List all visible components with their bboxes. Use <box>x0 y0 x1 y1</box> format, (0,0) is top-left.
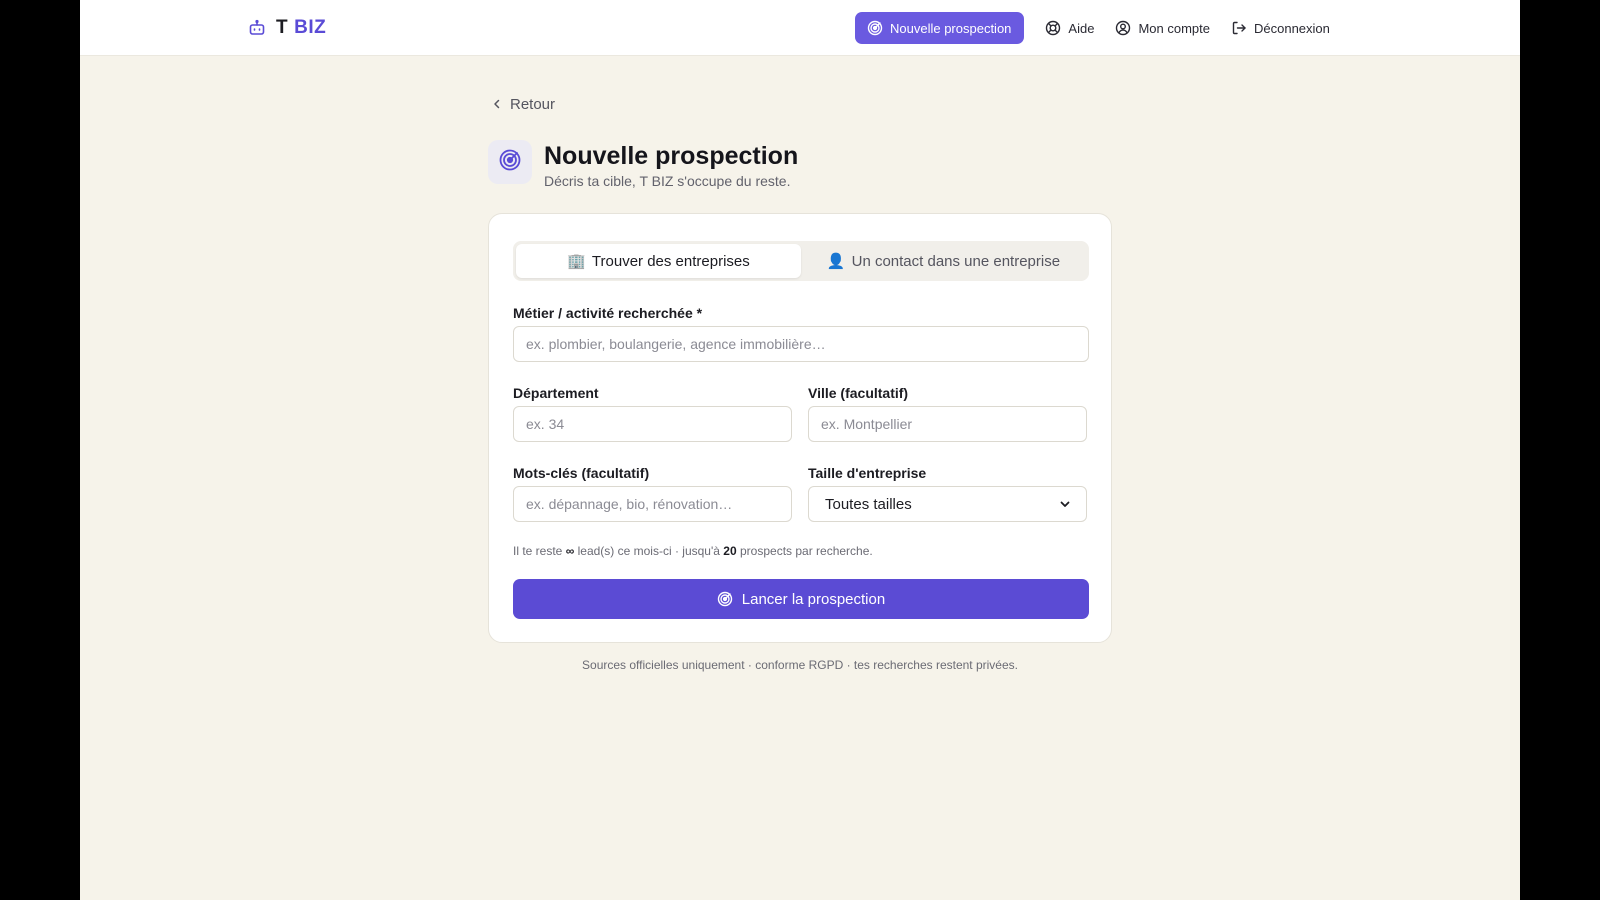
brand-logo[interactable]: T BIZ <box>248 16 326 40</box>
building-icon: 🏢 <box>567 253 586 270</box>
header-badge <box>488 140 532 184</box>
department-label: Département <box>513 385 599 401</box>
main-nav: Nouvelle prospection Aide Mon compte Déc… <box>855 12 1330 44</box>
help-label: Aide <box>1068 20 1095 36</box>
city-label: Ville (facultatif) <box>808 385 909 401</box>
header-text: Nouvelle prospection Décris ta cible, T … <box>544 140 798 189</box>
quota-prefix: Il te reste <box>513 544 563 558</box>
new-prospection-button[interactable]: Nouvelle prospection <box>855 12 1025 44</box>
page-subtitle: Décris ta cible, T BIZ s'occupe du reste… <box>544 173 791 189</box>
app-viewport: T BIZ Nouvelle prospection Aide Mon comp… <box>80 0 1520 900</box>
chevron-left-icon <box>492 96 502 113</box>
logout-link[interactable]: Déconnexion <box>1231 20 1330 36</box>
launch-prospection-label: Lancer la prospection <box>741 590 886 608</box>
city-input[interactable] <box>808 406 1087 442</box>
company-size-select[interactable]: Toutes tailles <box>808 486 1087 522</box>
page-header: Nouvelle prospection Décris ta cible, T … <box>488 140 798 189</box>
logout-icon <box>1231 20 1247 36</box>
department-input[interactable] <box>513 406 792 442</box>
launch-prospection-button[interactable]: Lancer la prospection <box>513 579 1089 619</box>
user-circle-icon <box>1115 20 1131 36</box>
quota-middle: lead(s) ce mois-ci · jusqu'à <box>577 544 720 558</box>
company-size-label: Taille d'entreprise <box>808 465 927 481</box>
brand-name: T BIZ <box>276 17 326 39</box>
account-label: Mon compte <box>1138 20 1210 36</box>
keywords-input[interactable] <box>513 486 792 522</box>
search-mode-tabs: 🏢 Trouver des entreprises 👤 Un contact d… <box>513 241 1089 281</box>
lifebuoy-icon <box>1045 20 1061 36</box>
robot-icon <box>248 19 266 37</box>
keywords-label: Mots-clés (facultatif) <box>513 465 650 481</box>
logout-label: Déconnexion <box>1253 20 1330 36</box>
person-icon: 👤 <box>826 253 846 270</box>
back-label: Retour <box>510 96 556 113</box>
tab-find-companies[interactable]: 🏢 Trouver des entreprises <box>516 244 801 278</box>
tab-find-companies-label: Trouver des entreprises <box>591 252 750 270</box>
help-link[interactable]: Aide <box>1045 20 1094 36</box>
account-link[interactable]: Mon compte <box>1115 20 1210 36</box>
brand-letter: T <box>276 17 289 38</box>
activity-label: Métier / activité recherchée * <box>513 305 703 321</box>
top-navigation-bar: T BIZ Nouvelle prospection Aide Mon comp… <box>80 0 1520 56</box>
new-prospection-label: Nouvelle prospection <box>890 20 1012 36</box>
quota-suffix: prospects par recherche. <box>740 544 873 558</box>
radar-icon <box>498 148 522 177</box>
tab-company-contact-label: Un contact dans une entreprise <box>851 252 1061 270</box>
quota-max-per-search: 20 <box>723 544 737 558</box>
radar-icon <box>717 591 733 607</box>
back-link[interactable]: Retour <box>492 96 555 113</box>
chevron-down-icon <box>1060 496 1070 513</box>
quota-remaining: ∞ <box>565 544 575 558</box>
quota-info: Il te reste ∞ lead(s) ce mois-ci · jusqu… <box>513 544 873 558</box>
privacy-footnote: Sources officielles uniquement · conform… <box>582 658 1018 672</box>
page-title: Nouvelle prospection <box>544 142 799 170</box>
tab-company-contact[interactable]: 👤 Un contact dans une entreprise <box>801 244 1086 278</box>
activity-input[interactable] <box>513 326 1089 362</box>
brand-wordmark: BIZ <box>294 17 327 38</box>
radar-icon <box>867 20 883 36</box>
company-size-value: Toutes tailles <box>825 495 912 513</box>
prospection-form-card: 🏢 Trouver des entreprises 👤 Un contact d… <box>488 213 1112 643</box>
